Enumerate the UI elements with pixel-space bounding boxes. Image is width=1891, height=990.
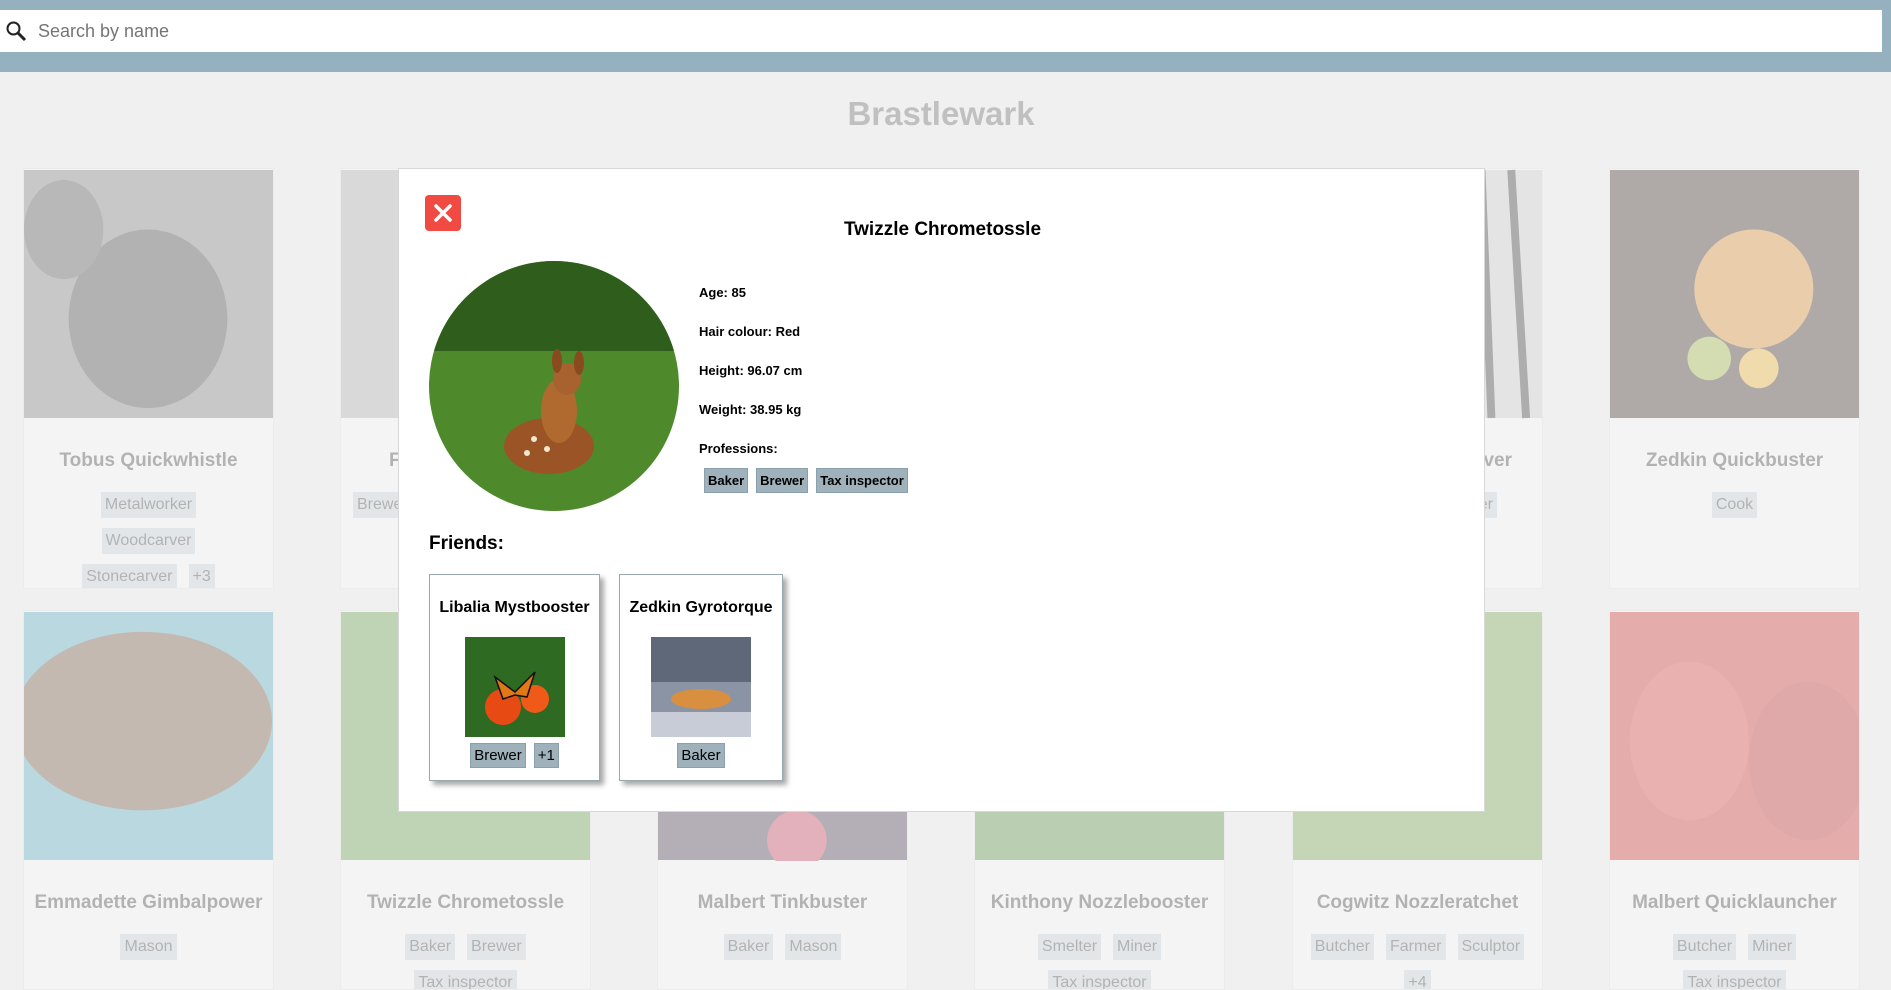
height-text: Height: 96.07 cm: [699, 363, 803, 378]
profession-tag: Tax inspector: [816, 468, 908, 493]
weight-text: Weight: 38.95 kg: [699, 402, 802, 417]
hair-colour-text: Hair colour: Red: [699, 324, 801, 339]
profession-tag: Stonecarver: [82, 564, 177, 588]
profession-tag: Farmer: [1385, 934, 1446, 960]
profession-tag: +3: [188, 564, 215, 588]
card-photo: [1610, 169, 1859, 419]
profession-tag: Brewer: [756, 468, 809, 493]
professions-list: Baker Brewer Tax inspector: [704, 468, 908, 493]
profession-tag: Miner: [1113, 934, 1162, 960]
search-input[interactable]: [36, 19, 1840, 43]
friends-label: Friends:: [429, 533, 504, 554]
profession-tag: +1: [533, 743, 559, 768]
card-name: Kinthony Nozzlebooster: [990, 892, 1209, 913]
card-name: Tobus Quickwhistle: [59, 450, 238, 471]
profession-tag: Tax inspector: [414, 970, 517, 989]
friend-photo: [651, 637, 751, 737]
friend-card[interactable]: Libalia Mystbooster Brewer +1: [429, 574, 600, 781]
card-name: Cogwitz Nozzleratchet: [1316, 892, 1519, 913]
friend-card[interactable]: Zedkin Gyrotorque Baker: [619, 574, 783, 781]
card-photo: [24, 169, 273, 419]
profession-tag: Smelter: [1037, 934, 1102, 960]
gnome-detail-modal: Twizzle Chrometossle Age: 85 Hair colour…: [398, 168, 1485, 812]
card-name: Twizzle Chrometossle: [366, 892, 565, 913]
profession-tag: Baker: [405, 934, 456, 960]
header-bar: [0, 0, 1891, 72]
gnome-card[interactable]: Tobus Quickwhistle Metalworker Woodcarve…: [23, 168, 274, 589]
profession-tag: Tax inspector: [1048, 970, 1151, 989]
profession-tag: Brewer: [470, 743, 526, 768]
search-bar[interactable]: [0, 10, 1882, 52]
page-title: Brastlewark: [847, 95, 1035, 132]
profession-tag: Woodcarver: [101, 528, 196, 554]
card-name: Malbert Tinkbuster: [697, 892, 868, 913]
friend-photo: [464, 637, 565, 737]
card-name: Malbert Quicklauncher: [1632, 892, 1837, 913]
profession-tag: Mason: [120, 934, 177, 960]
gnome-card[interactable]: Zedkin Quickbuster Cook: [1609, 168, 1860, 589]
gnome-name: Twizzle Chrometossle: [843, 219, 1042, 240]
profession-tag: Baker: [723, 934, 774, 960]
profession-tag: Butcher: [1672, 934, 1737, 960]
profession-tag: Cook: [1711, 492, 1758, 518]
card-name: Emmadette Gimbalpower: [34, 892, 263, 913]
profession-tag: Brewer: [467, 934, 526, 960]
profession-tag: Metalworker: [100, 492, 197, 518]
profession-tag: +4: [1404, 970, 1431, 989]
friend-name: Libalia Mystbooster: [439, 599, 590, 616]
card-photo: [1610, 611, 1859, 861]
profession-tag: Sculptor: [1457, 934, 1525, 960]
gnome-card[interactable]: Emmadette Gimbalpower Mason: [23, 610, 274, 990]
age-text: Age: 85: [699, 285, 746, 300]
search-icon: [3, 18, 29, 44]
profession-tag: Mason: [785, 934, 842, 960]
gnome-card[interactable]: Malbert Quicklauncher Butcher Miner Tax …: [1609, 610, 1860, 990]
card-name: Zedkin Quickbuster: [1645, 450, 1824, 471]
profession-tag: Miner: [1748, 934, 1797, 960]
friend-name: Zedkin Gyrotorque: [629, 599, 773, 616]
gnome-avatar: [429, 261, 679, 511]
gnome-info: Age: 85 Hair colour: Red Height: 96.07 c…: [699, 285, 908, 493]
profession-tag: Baker: [677, 743, 725, 768]
profession-tag: Tax inspector: [1683, 970, 1786, 989]
profession-tag: Butcher: [1310, 934, 1374, 960]
card-photo: [24, 611, 273, 861]
profession-tag: Baker: [704, 468, 749, 493]
